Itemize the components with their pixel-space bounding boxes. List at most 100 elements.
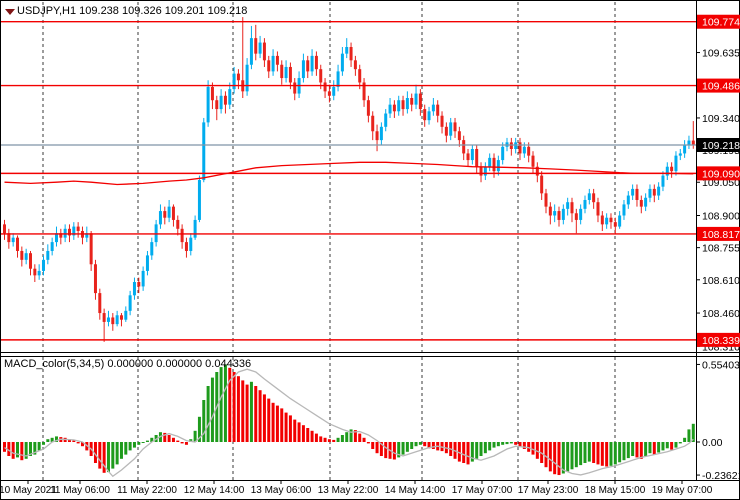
candle-body (280, 65, 283, 78)
candle-body (12, 238, 15, 242)
macd-bar (306, 428, 309, 442)
candle-body (29, 253, 32, 269)
mt4-chart-window[interactable]: 109.635109.340109.195109.050108.900108.7… (0, 0, 740, 500)
candle-body (614, 222, 617, 226)
macd-bar (371, 442, 374, 449)
macd-bar (324, 438, 327, 442)
macd-bar (501, 442, 504, 445)
macd-bar (510, 442, 513, 443)
time-label: 18 May 15:00 (585, 485, 646, 496)
candle-body (133, 282, 136, 295)
macd-bar (506, 442, 509, 444)
macd-bar (311, 431, 314, 442)
candle-body (185, 242, 188, 251)
macd-bar (259, 390, 262, 442)
candle-body (493, 158, 496, 171)
candle-body (16, 238, 19, 251)
candle-body (419, 94, 422, 110)
price-level-badge-label: 109.486 (702, 81, 740, 93)
chart-canvas[interactable]: 109.635109.340109.195109.050108.900108.7… (0, 0, 740, 500)
candle-body (397, 100, 400, 111)
candle-body (293, 82, 296, 93)
macd-bar (120, 442, 123, 459)
candle-body (510, 142, 513, 149)
candle-body (428, 111, 431, 120)
candle-body (224, 96, 227, 105)
candle-body (618, 216, 621, 227)
candle-body (622, 204, 625, 215)
candle-body (519, 142, 522, 153)
candle-body (163, 211, 166, 218)
macd-bar (605, 442, 608, 467)
macd-bar (42, 442, 45, 445)
candle-body (527, 147, 530, 156)
candle-body (172, 207, 175, 220)
macd-bar (631, 442, 634, 456)
macd-bar (670, 442, 673, 450)
candle-body (237, 74, 240, 81)
macd-bar (280, 408, 283, 442)
macd-bar (172, 438, 175, 442)
macd-bar (345, 432, 348, 442)
macd-bar (129, 442, 132, 450)
macd-bar (12, 442, 15, 459)
macd-bar (341, 435, 344, 442)
candle-body (371, 116, 374, 132)
macd-bar (666, 442, 669, 448)
macd-bar (475, 442, 478, 459)
candle-body (20, 251, 23, 260)
candle-body (653, 189, 656, 196)
time-label: 13 May 22:00 (318, 485, 379, 496)
macd-bar (285, 413, 288, 442)
candle-body (337, 71, 340, 87)
candle-body (181, 229, 184, 242)
candle-body (380, 127, 383, 140)
time-label: 17 May 23:00 (518, 485, 579, 496)
macd-bar (168, 435, 171, 442)
candle-body (475, 149, 478, 167)
candle-body (142, 271, 145, 287)
candle-body (415, 94, 418, 105)
candle-body (215, 100, 218, 109)
macd-bar (497, 442, 500, 446)
candle-body (666, 167, 669, 176)
candle-body (553, 211, 556, 215)
macd-bar (462, 442, 465, 463)
candle-body (111, 317, 114, 324)
macd-bar (233, 372, 236, 442)
candle-body (557, 211, 560, 220)
macd-bar (484, 442, 487, 453)
candle-body (194, 220, 197, 238)
macd-bar (653, 442, 656, 455)
macd-bar (596, 442, 599, 464)
macd-bar (250, 382, 253, 442)
candle-body (107, 317, 110, 321)
macd-bar (276, 406, 279, 442)
candle-body (345, 47, 348, 54)
macd-bar (423, 442, 426, 446)
candle-body (376, 131, 379, 140)
candle-body (532, 156, 535, 167)
candle-body (384, 114, 387, 127)
macd-bar (614, 442, 617, 464)
price-label: 108.900 (702, 211, 740, 223)
macd-bar (661, 442, 664, 450)
candle-body (674, 156, 677, 172)
candle-body (263, 43, 266, 61)
time-label: 14 May 14:00 (385, 485, 446, 496)
candle-body (588, 193, 591, 200)
macd-bar (293, 420, 296, 442)
macd-bar (679, 442, 682, 443)
candle-body (33, 269, 36, 276)
macd-bar (98, 442, 101, 469)
candle-body (116, 315, 119, 324)
time-label: 13 May 06:00 (251, 485, 312, 496)
candle-body (432, 105, 435, 112)
candle-body (441, 116, 444, 127)
macd-bar (337, 438, 340, 442)
candle-body (566, 202, 569, 209)
candle-body (501, 147, 504, 160)
macd-bar (549, 442, 552, 471)
macd-bar (133, 442, 136, 448)
candle-body (484, 167, 487, 176)
